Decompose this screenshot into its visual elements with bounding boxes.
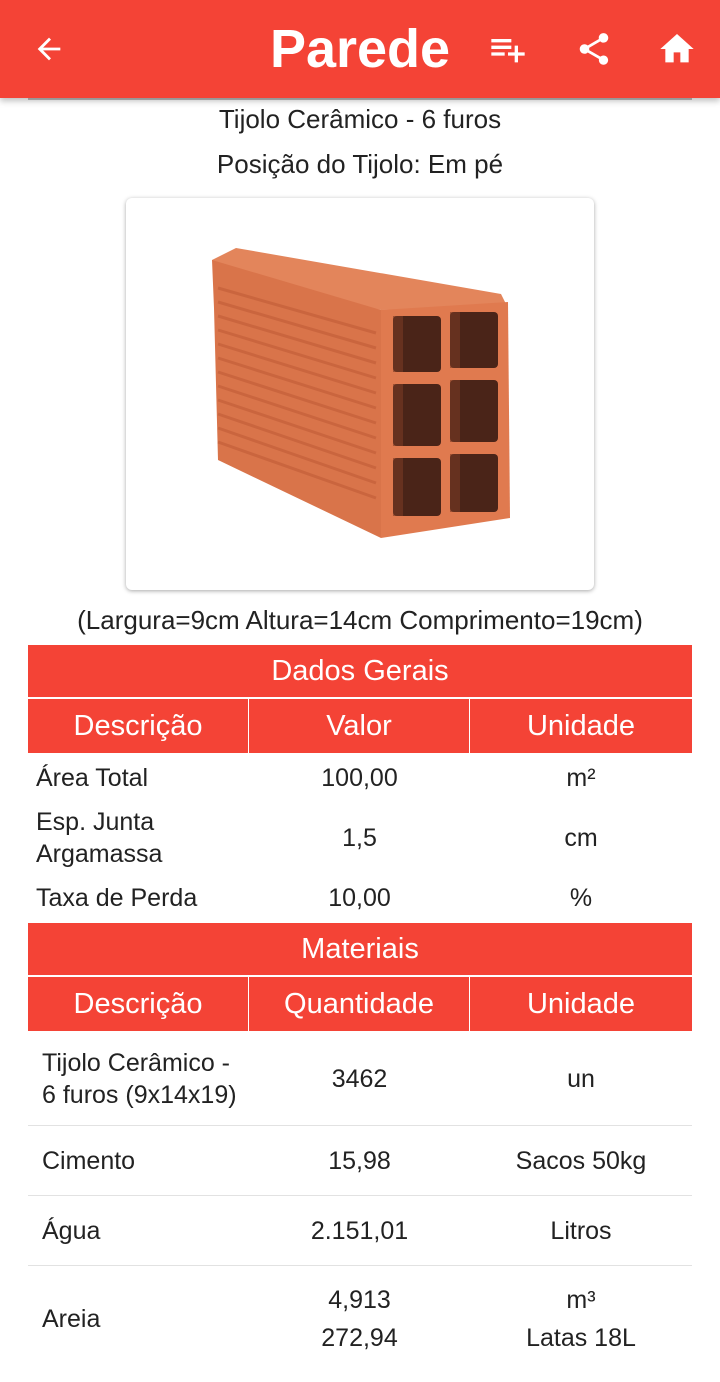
materiais-header: Descrição Quantidade Unidade [28, 977, 692, 1031]
row-unit: Sacos 50kg [515, 1146, 647, 1175]
back-button[interactable] [27, 27, 71, 71]
table-row: Tijolo Cerâmico - 6 furos (9x14x19) 3462… [28, 1032, 692, 1126]
row-description: Areia [42, 1305, 101, 1333]
share-icon [579, 33, 609, 65]
brick-illustration [212, 248, 510, 538]
table-row: Cimento 15,98 Sacos 50kg [28, 1126, 692, 1196]
brick-image-card [126, 198, 594, 590]
row-unit: m² [566, 764, 596, 792]
header-descricao: Descrição [28, 699, 248, 753]
dados-gerais-title: Dados Gerais [28, 645, 692, 697]
row-value: 100,00 [321, 764, 398, 792]
dados-gerais-header: Descrição Valor Unidade [28, 699, 692, 753]
row-description: Tijolo Cerâmico - 6 furos (9x14x19) [42, 1048, 237, 1109]
row-description: Área Total [36, 764, 149, 792]
quantity-volume: 4,913 [328, 1286, 391, 1314]
row-unit: Litros [550, 1216, 612, 1245]
row-value: 10,00 [328, 884, 391, 912]
brick-name: Tijolo Cerâmico - 6 furos [218, 104, 502, 134]
row-description: Esp. Junta Argamassa [36, 808, 163, 868]
app-bar: Parede [0, 0, 720, 98]
table-row: Água 2.151,01 Litros [28, 1196, 692, 1266]
row-unit: % [569, 884, 593, 912]
table-row: Área Total 100,00 m² [28, 756, 692, 800]
row-value: 1,5 [342, 824, 377, 852]
row-unit: m³ Latas 18L [470, 1281, 692, 1357]
row-quantity: 4,913 272,94 [249, 1281, 470, 1357]
add-to-list-button[interactable] [486, 27, 530, 71]
header-unidade: Unidade [470, 977, 692, 1031]
row-description: Cimento [42, 1146, 136, 1175]
divider [28, 98, 692, 100]
header-unidade: Unidade [470, 699, 692, 753]
table-row: Areia 4,913 272,94 m³ Latas 18L [28, 1266, 692, 1372]
row-quantity: 15,98 [328, 1146, 391, 1175]
row-quantity: 3462 [331, 1064, 388, 1093]
table-row: Esp. Junta Argamassa 1,5 cm [28, 804, 692, 872]
arrow-left-icon [37, 37, 61, 61]
page-title: Parede [269, 19, 451, 79]
unit-cans: Latas 18L [526, 1324, 636, 1352]
header-valor: Valor [249, 699, 469, 753]
home-button[interactable] [655, 27, 699, 71]
row-description: Taxa de Perda [36, 884, 198, 912]
brick-position: Posição do Tijolo: Em pé [216, 149, 504, 179]
share-button[interactable] [572, 27, 616, 71]
quantity-cans: 272,94 [321, 1324, 398, 1352]
header-quantidade: Quantidade [249, 977, 469, 1031]
table-row: Taxa de Perda 10,00 % [28, 878, 692, 918]
brick-dimensions: (Largura=9cm Altura=14cm Comprimento=19c… [77, 605, 643, 635]
unit-volume: m³ [566, 1286, 596, 1314]
materiais-title: Materiais [28, 923, 692, 975]
playlist-add-icon [491, 39, 525, 63]
row-unit: un [567, 1064, 595, 1093]
home-icon [660, 34, 694, 63]
row-unit: cm [564, 824, 598, 852]
row-description: Água [42, 1216, 101, 1245]
header-descricao: Descrição [28, 977, 248, 1031]
row-quantity: 2.151,01 [310, 1216, 409, 1245]
